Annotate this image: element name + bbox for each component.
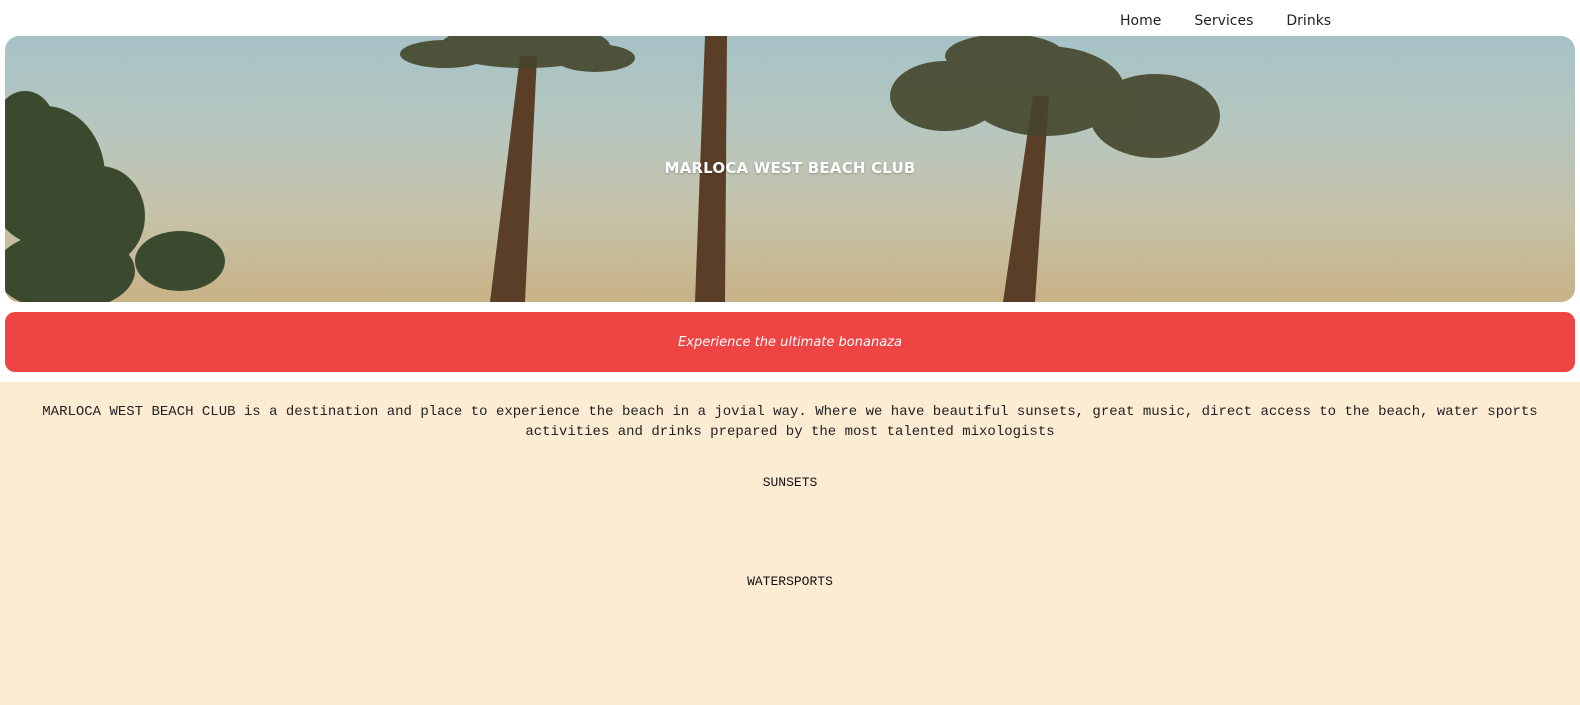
hero-container: MARLOCA WEST BEACH CLUB — [0, 36, 1580, 302]
hero-title: MARLOCA WEST BEACH CLUB — [664, 159, 916, 177]
top-navigation: Home Services Drinks — [0, 0, 1580, 36]
tagline-banner: Experience the ultimate bonanaza — [5, 312, 1575, 372]
tagline-container: Experience the ultimate bonanaza — [0, 302, 1580, 382]
nav-item-home: Home — [1120, 10, 1161, 29]
nav-item-drinks: Drinks — [1286, 10, 1331, 29]
section-heading-sunsets: SUNSETS — [762, 475, 818, 490]
section-heading-watersports: WATERSPORTS — [747, 574, 833, 589]
nav-link-drinks[interactable]: Drinks — [1286, 13, 1331, 29]
nav-item-services: Services — [1194, 10, 1253, 29]
nav-link-services[interactable]: Services — [1194, 13, 1253, 29]
about-paragraph: MARLOCA WEST BEACH CLUB is a destination… — [42, 404, 1538, 440]
main-content: MARLOCA WEST BEACH CLUB is a destination… — [0, 382, 1580, 589]
tagline-text: Experience the ultimate bonanaza — [678, 334, 902, 350]
hero-banner: MARLOCA WEST BEACH CLUB — [5, 36, 1575, 302]
nav-link-home[interactable]: Home — [1120, 13, 1161, 29]
nav-list: Home Services Drinks — [1120, 10, 1331, 29]
